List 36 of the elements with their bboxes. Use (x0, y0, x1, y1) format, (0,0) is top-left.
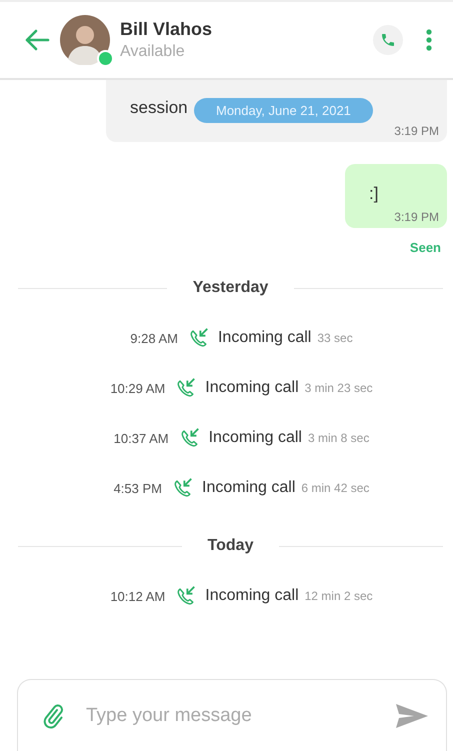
day-separator: Yesterday (192, 279, 270, 297)
call-time: 9:28 AM (130, 330, 178, 346)
call-time: 10:29 AM (110, 380, 166, 396)
date-banner: Monday, June 21, 2021 (194, 98, 373, 123)
contact-name: Bill Vlahos (120, 19, 214, 40)
incoming-call-icon (175, 377, 198, 399)
call-time: 4:53 PM (114, 480, 162, 496)
call-label: Incoming call (205, 379, 299, 397)
incoming-call-icon (172, 477, 194, 499)
call-duration: 12 min 2 sec (304, 589, 373, 603)
call-label: Incoming call (218, 329, 312, 347)
call-duration: 6 min 42 sec (301, 481, 370, 495)
phone-icon (380, 32, 396, 48)
day-separator: Today (206, 537, 254, 555)
call-button[interactable] (373, 25, 403, 55)
contact-status: Available (120, 43, 186, 61)
call-time: 10:37 AM (114, 430, 169, 446)
call-label: Incoming call (202, 479, 296, 497)
message-time: 3:19 PM (394, 210, 439, 224)
call-label: Incoming call (208, 429, 302, 447)
avatar (60, 15, 110, 65)
attach-button[interactable] (42, 702, 64, 730)
call-duration: 33 sec (317, 331, 353, 345)
incoming-call-icon (175, 585, 198, 607)
send-button[interactable] (394, 702, 430, 730)
incoming-call-icon (178, 427, 201, 449)
read-receipt: Seen (410, 240, 441, 255)
incoming-call-icon (188, 327, 210, 349)
message-text: :] (369, 183, 378, 205)
call-label: Incoming call (205, 587, 299, 605)
message-input[interactable]: Type your message (84, 704, 394, 728)
message-time: 3:19 PM (394, 124, 439, 138)
call-duration: 3 min 23 sec (304, 381, 373, 395)
call-duration: 3 min 8 sec (308, 431, 370, 445)
call-time: 10:12 AM (110, 588, 166, 604)
message-text: session (130, 97, 188, 119)
